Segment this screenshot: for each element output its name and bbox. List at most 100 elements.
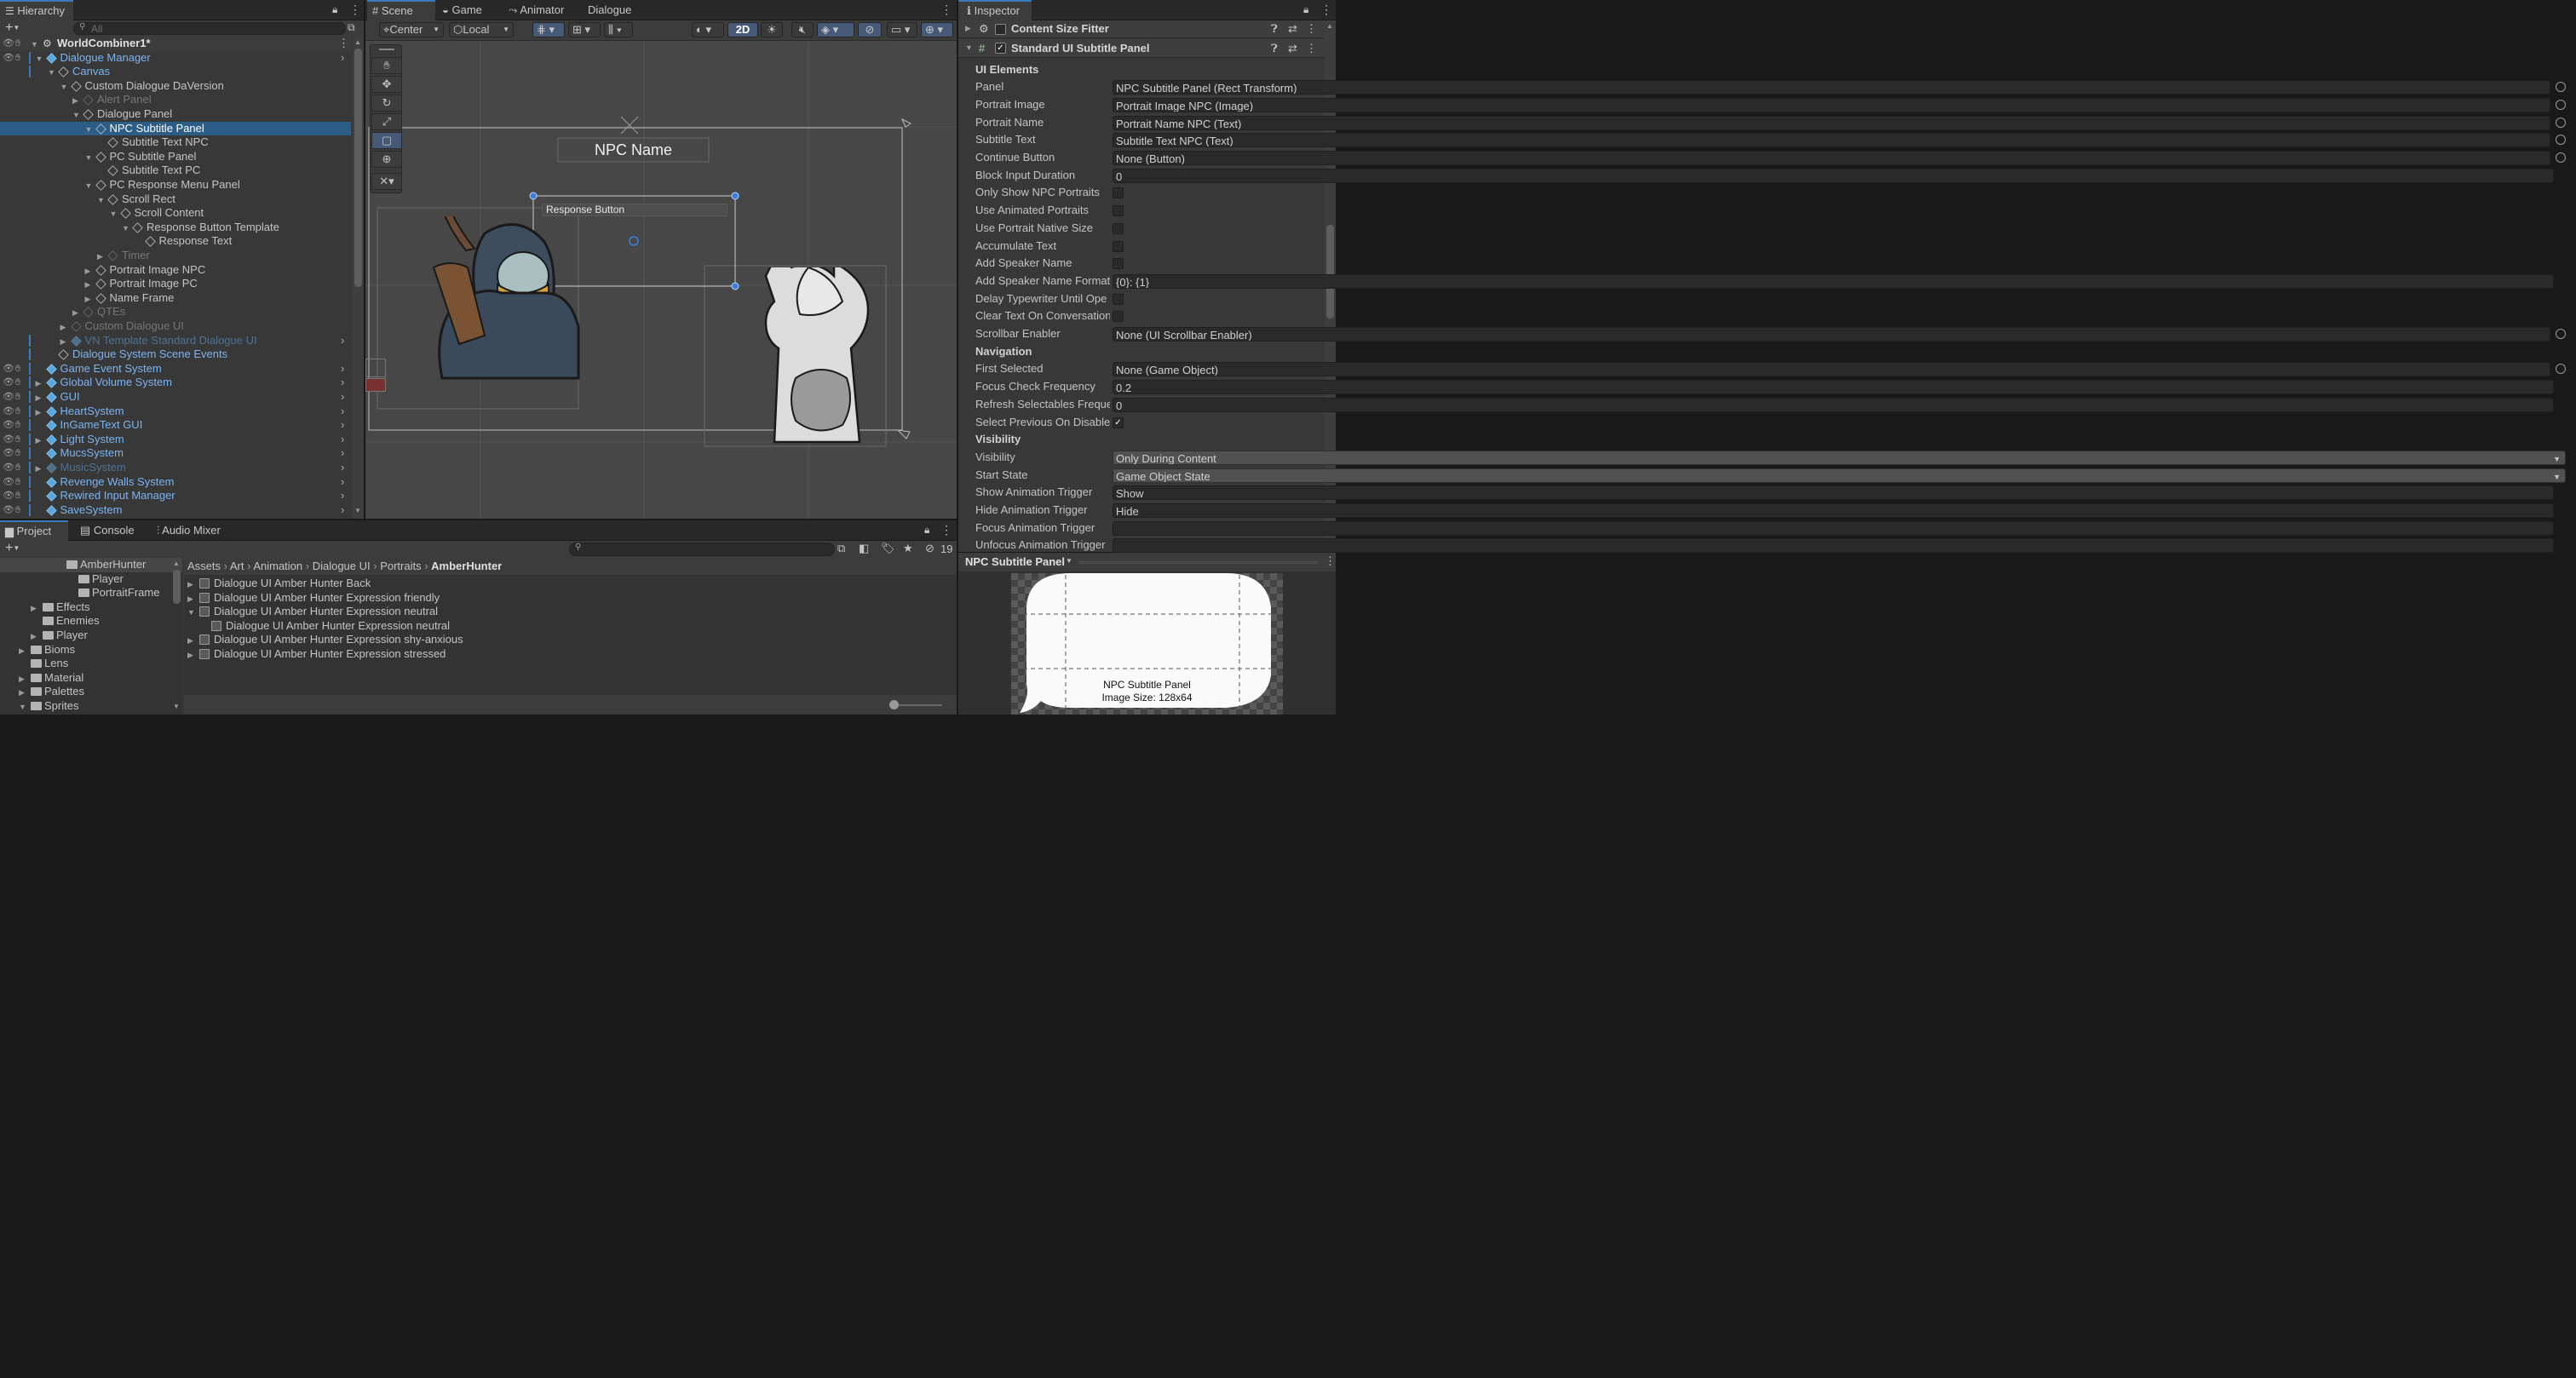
grid-snap-button[interactable]: ⋕ ▾ (532, 22, 565, 37)
inspector-field[interactable]: Visibility Only During Content ▼ (965, 449, 2566, 467)
field-input[interactable] (1113, 538, 2554, 554)
hierarchy-item[interactable]: Response Text (0, 234, 351, 249)
inspector-field[interactable]: Panel NPC Subtitle Panel (Rect Transform) (965, 78, 2566, 96)
expand-arrow-icon[interactable]: ▶ (72, 94, 78, 108)
expand-arrow-icon[interactable]: ▼ (31, 37, 38, 52)
collapse-arrow-icon[interactable]: ▼ (48, 66, 55, 80)
hierarchy-item[interactable]: Subtitle Text PC (0, 164, 351, 178)
inspector-field[interactable]: Block Input Duration 0 (965, 167, 2566, 185)
hierarchy-item[interactable]: ▼ Response Button Template (0, 221, 351, 235)
visibility-icon[interactable]: 👁︎ (3, 461, 14, 475)
pivot-dropdown[interactable]: ⌖Center ▼ (379, 22, 444, 37)
hierarchy-item[interactable]: ▼ PC Subtitle Panel (0, 150, 351, 164)
field-checkbox[interactable] (1113, 311, 1124, 323)
object-picker-icon[interactable] (2556, 329, 2566, 339)
pickable-icon[interactable]: ✋︎ (15, 461, 20, 475)
tab-scene[interactable]: # Scene (367, 0, 435, 20)
move-tool-button[interactable]: ✥ (371, 76, 402, 93)
inspector-field[interactable]: Only Show NPC Portraits (965, 184, 2566, 202)
prefab-open-icon[interactable]: › (341, 362, 344, 376)
field-checkbox[interactable] (1113, 205, 1124, 217)
hierarchy-item[interactable]: Dialogue System Scene Events (0, 347, 351, 362)
object-picker-icon[interactable] (2556, 99, 2566, 110)
hierarchy-item[interactable]: ▼ Scroll Content (0, 206, 351, 221)
scene-search-icon[interactable]: ⧉ (348, 21, 355, 34)
folder-item[interactable]: ▶ Material (0, 671, 182, 686)
object-picker-icon[interactable] (2556, 152, 2566, 163)
pickable-icon[interactable]: ✋︎ (15, 362, 20, 376)
hierarchy-scrollbar[interactable]: ▲ ▼ (353, 37, 364, 519)
mode-2d-button[interactable]: 2D (727, 22, 758, 37)
pickable-icon[interactable]: ✋︎ (15, 51, 20, 66)
tab-audio-mixer[interactable]: ⫶ Audio Mixer (150, 520, 227, 541)
hierarchy-item[interactable]: ▼ Canvas (0, 65, 351, 79)
hidden-packages-icon[interactable]: ⊘ (925, 542, 934, 555)
prefab-open-icon[interactable]: › (341, 376, 344, 390)
collapse-arrow-icon[interactable]: ▼ (97, 193, 105, 208)
hierarchy-item[interactable]: 👁︎ ✋︎ Rewired Input Manager › (0, 489, 351, 503)
field-checkbox[interactable] (1113, 293, 1124, 305)
object-field[interactable]: Portrait Image NPC (Image) (1113, 97, 2550, 112)
preset-icon[interactable]: ⇄ (1288, 22, 1297, 36)
breadcrumb-item[interactable]: Animation (253, 560, 302, 572)
expand-arrow-icon[interactable]: ▶ (31, 629, 37, 644)
transform-tool-button[interactable]: ⊕ (371, 151, 402, 168)
scene-menu-icon[interactable]: ⋮ (338, 37, 349, 51)
lighting-button[interactable]: ☀ (761, 22, 783, 37)
preview-title[interactable]: NPC Subtitle Panel (965, 555, 1065, 568)
expand-arrow-icon[interactable]: ▶ (31, 601, 37, 616)
object-picker-icon[interactable] (2556, 82, 2566, 93)
scroll-up-icon[interactable]: ▲ (173, 560, 180, 567)
add-button[interactable]: +▼ (5, 20, 20, 37)
npc-portrait-image[interactable] (400, 216, 604, 387)
prefab-open-icon[interactable]: › (341, 405, 344, 419)
lock-icon[interactable]: 🔒︎ (924, 524, 929, 537)
hierarchy-item[interactable]: 👁︎ ✋︎ ▶ HeartSystem › (0, 405, 351, 419)
visibility-icon[interactable]: 👁︎ (3, 390, 14, 405)
kebab-menu-icon[interactable]: ⋮ (349, 3, 361, 17)
hierarchy-item[interactable]: 👁︎ ✋︎ SaveSystem › (0, 503, 351, 518)
kebab-menu-icon[interactable]: ⋮ (1306, 22, 1317, 36)
kebab-menu-icon[interactable]: ⋮ (940, 523, 952, 537)
scale-tool-button[interactable]: ⤢ (371, 113, 402, 130)
field-checkbox[interactable] (1113, 222, 1124, 234)
field-input[interactable]: 0 (1113, 168, 2554, 183)
inspector-field[interactable]: Unfocus Animation Trigger (965, 537, 2566, 554)
expand-arrow-icon[interactable]: ▶ (19, 686, 25, 700)
collapse-arrow-icon[interactable]: ▼ (110, 207, 118, 221)
tab-project[interactable]: ▆ Project (0, 520, 68, 541)
inspector-field[interactable]: Accumulate Text (965, 238, 2566, 256)
inspector-field[interactable]: Start State Game Object State ▼ (965, 467, 2566, 485)
field-input[interactable]: Hide (1113, 503, 2554, 518)
label-filter-icon[interactable]: 🏷︎ (881, 542, 895, 555)
npc-name-label[interactable]: NPC Name (558, 139, 709, 162)
hierarchy-item[interactable]: 👁︎ ✋︎ ▶ MusicSystem › (0, 461, 351, 475)
scroll-up-icon[interactable]: ▲ (354, 38, 361, 46)
pickable-icon[interactable]: ✋︎ (15, 390, 20, 405)
breadcrumb-item[interactable]: Assets (187, 560, 221, 572)
project-search-input[interactable]: ⚲ (569, 543, 835, 556)
visibility-icon[interactable]: 👁︎ (3, 503, 14, 518)
visibility-icon[interactable]: 👁︎ (3, 489, 14, 503)
object-picker-icon[interactable] (2556, 117, 2566, 128)
prefab-open-icon[interactable]: › (341, 433, 344, 447)
favorite-icon[interactable]: ★ (903, 542, 913, 555)
collapse-arrow-icon[interactable]: ▼ (965, 43, 973, 52)
inspector-field[interactable]: Add Speaker Name Format {0}: {1} (965, 273, 2566, 290)
custom-tool-button[interactable]: ✕▾ (371, 173, 402, 190)
help-icon[interactable]: ❓︎ (1271, 22, 1278, 36)
hierarchy-item[interactable]: ▼ Dialogue Panel (0, 107, 351, 122)
inspector-field[interactable]: Delay Typewriter Until Ope (965, 290, 2566, 308)
field-checkbox[interactable] (1113, 258, 1124, 270)
inspector-field[interactable]: Focus Check Frequency 0.2 (965, 378, 2566, 396)
inspector-field[interactable]: Scrollbar Enabler None (UI Scrollbar Enab… (965, 325, 2566, 343)
hierarchy-item[interactable]: 👁︎ ✋︎ ▶ Light System › (0, 433, 351, 447)
zoom-slider[interactable] (889, 700, 942, 709)
expand-arrow-icon[interactable]: ▶ (19, 644, 25, 658)
component-enabled-checkbox[interactable] (995, 24, 1006, 35)
inspector-field[interactable]: Portrait Image Portrait Image NPC (Image) (965, 96, 2566, 114)
expand-arrow-icon[interactable]: ▶ (36, 433, 42, 448)
hierarchy-item[interactable]: ▶ QTEs (0, 305, 351, 319)
pickable-icon[interactable]: ✋︎ (15, 433, 20, 447)
gizmos-button[interactable]: ⊕ ▾ (921, 22, 953, 37)
